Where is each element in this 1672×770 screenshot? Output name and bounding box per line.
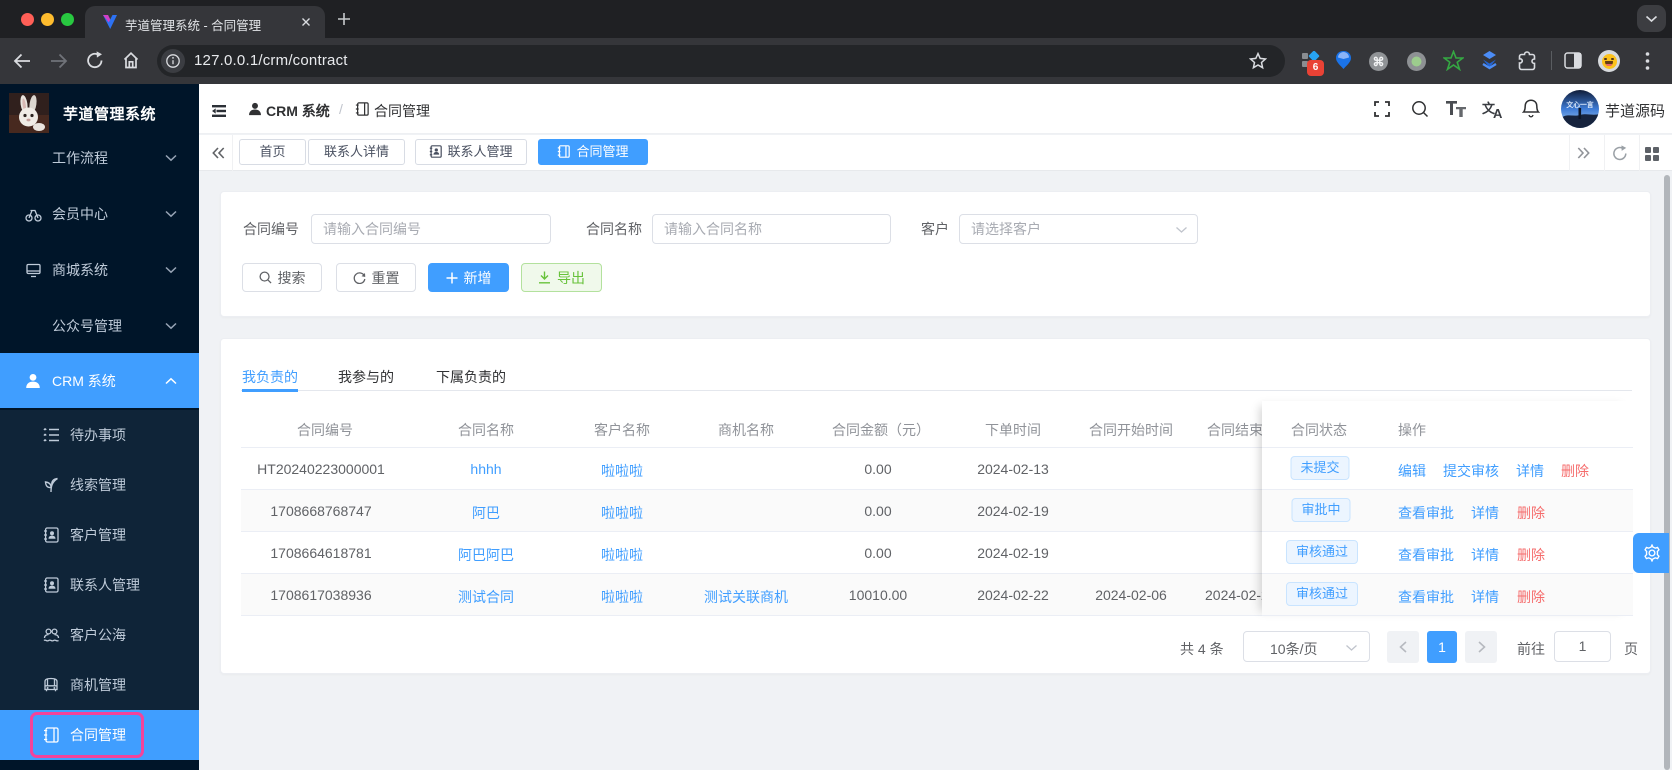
svg-text:文心一言: 文心一言	[1565, 100, 1593, 109]
svg-text:⌘: ⌘	[1373, 55, 1385, 69]
